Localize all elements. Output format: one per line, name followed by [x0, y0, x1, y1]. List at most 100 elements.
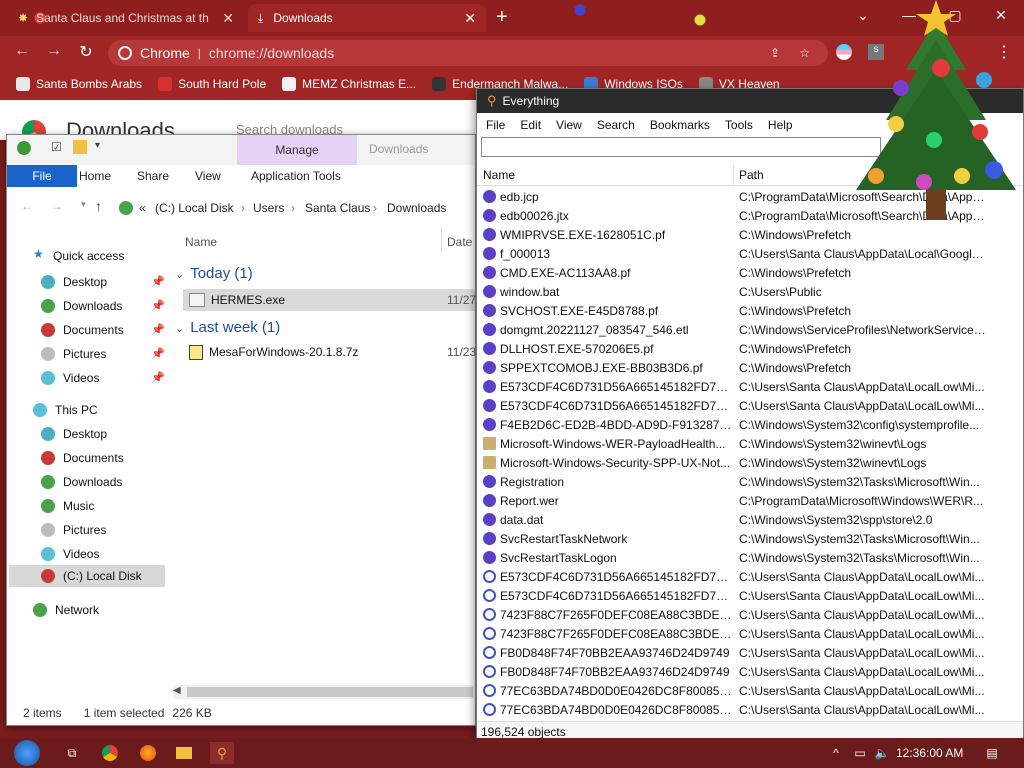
close-tab-icon[interactable]: ✕ [222, 10, 234, 27]
close-tab-icon[interactable]: ✕ [464, 10, 476, 27]
menu-help[interactable]: Help [768, 118, 793, 132]
result-row[interactable]: FB0D848F74F70BB2EAA93746D24D9749 C:\Users… [477, 662, 1023, 681]
qat-folder-icon[interactable] [73, 140, 87, 154]
result-row[interactable]: CMD.EXE-AC113AA8.pf C:\Windows\Prefetch [477, 263, 1023, 282]
file-row-mesa[interactable]: MesaForWindows-20.1.8.7z [189, 341, 358, 363]
result-row[interactable]: 77EC63BDA74BD0D0E0426DC8F8008506 C:\Users… [477, 681, 1023, 700]
nav-pc-music[interactable]: Music [41, 495, 94, 517]
network-tray-icon[interactable]: ▭ [848, 742, 872, 764]
notification-center-icon[interactable]: ▤ [980, 742, 1004, 764]
result-row[interactable]: f_000013 C:\Users\Santa Claus\AppData\Loc… [477, 244, 1023, 263]
tab-downloads[interactable]: ⤓ Downloads ✕ [248, 4, 486, 32]
breadcrumb-downloads[interactable]: Downloads [387, 201, 446, 215]
bookmark-star-icon[interactable]: ☆ [799, 46, 810, 60]
back-arrow-icon[interactable]: ← [21, 199, 33, 213]
breadcrumb-users[interactable]: Users [253, 201, 284, 215]
nav-this-pc[interactable]: This PC [33, 399, 98, 421]
result-row[interactable]: SvcRestartTaskNetwork C:\Windows\System32… [477, 529, 1023, 548]
result-row[interactable]: 7423F88C7F265F0DEFC08EA88C3BDE45_A... C:\… [477, 605, 1023, 624]
pin-icon[interactable]: 📌 [151, 299, 165, 312]
result-row[interactable]: Microsoft-Windows-WER-PayloadHealth... C:… [477, 434, 1023, 453]
menu-edit[interactable]: Edit [520, 118, 541, 132]
task-view-icon[interactable]: ⧉ [60, 742, 84, 764]
nav-desktop[interactable]: Desktop [41, 271, 107, 293]
chrome-taskbar-icon[interactable] [98, 742, 122, 764]
pin-icon[interactable]: 📌 [151, 275, 165, 288]
nav-videos[interactable]: Videos [41, 367, 99, 389]
recent-dropdown-icon[interactable]: ▾ [81, 199, 86, 210]
nav-documents[interactable]: Documents [41, 319, 124, 341]
forward-arrow-icon[interactable]: → [51, 199, 63, 213]
new-tab-plus-icon[interactable]: + [496, 6, 508, 29]
start-button[interactable] [14, 740, 40, 766]
ribbon-share-tab[interactable]: Share [137, 165, 169, 187]
scroll-left-icon[interactable]: ◀ [173, 685, 181, 696]
column-date[interactable]: Date [447, 235, 472, 249]
scroll-thumb[interactable] [187, 687, 473, 697]
nav-pictures[interactable]: Pictures [41, 343, 106, 365]
share-icon[interactable]: ⇪ [770, 46, 780, 60]
tab-santa-claus[interactable]: ✸ Santa Claus and Christmas at th ✕ [8, 4, 244, 32]
nav-pc-pictures[interactable]: Pictures [41, 519, 106, 541]
nav-downloads[interactable]: Downloads [41, 295, 122, 317]
file-explorer-taskbar-icon[interactable] [172, 742, 196, 764]
bookmark-santa-bombs[interactable]: Santa Bombs Arabs [16, 77, 142, 91]
result-row[interactable]: SPPEXTCOMOBJ.EXE-BB03B3D6.pf C:\Windows\P… [477, 358, 1023, 377]
breadcrumb-local-disk[interactable]: (C:) Local Disk [155, 201, 234, 215]
bookmark-south-hard-pole[interactable]: South Hard Pole [158, 77, 266, 91]
file-row-hermes[interactable]: HERMES.exe [189, 289, 285, 311]
pin-icon[interactable]: 📌 [151, 347, 165, 360]
nav-quick-access[interactable]: Quick access [53, 249, 124, 263]
pin-icon[interactable]: 📌 [151, 371, 165, 384]
result-row[interactable]: E573CDF4C6D731D56A665145182FD759_1E... C:… [477, 567, 1023, 586]
everything-taskbar-icon[interactable]: ⚲ [210, 742, 234, 764]
menu-tools[interactable]: Tools [725, 118, 753, 132]
result-row[interactable]: E573CDF4C6D731D56A665145182FD759_C... C:\… [477, 377, 1023, 396]
breadcrumb-overflow[interactable]: « [139, 201, 146, 215]
menu-search[interactable]: Search [597, 118, 635, 132]
result-row[interactable]: Microsoft-Windows-Security-SPP-UX-Not...… [477, 453, 1023, 472]
ribbon-application-tools-tab[interactable]: Application Tools [251, 165, 341, 187]
column-name[interactable]: Name [483, 168, 515, 182]
show-hidden-icons-chevron-icon[interactable]: ^ [824, 742, 848, 764]
menu-bookmarks[interactable]: Bookmarks [650, 118, 710, 132]
breadcrumb-santa-claus[interactable]: Santa Claus [305, 201, 370, 215]
result-row[interactable]: 77EC63BDA74BD0D0E0426DC8F8008506 C:\Users… [477, 700, 1023, 719]
menu-view[interactable]: View [556, 118, 582, 132]
nav-local-disk[interactable]: (C:) Local Disk [41, 565, 142, 587]
nav-pc-desktop[interactable]: Desktop [41, 423, 107, 445]
result-row[interactable]: E573CDF4C6D731D56A665145182FD759_C... C:\… [477, 396, 1023, 415]
result-row[interactable]: F4EB2D6C-ED2B-4BDD-AD9D-F913287E67... C:\… [477, 415, 1023, 434]
result-row[interactable]: FB0D848F74F70BB2EAA93746D24D9749 C:\Users… [477, 643, 1023, 662]
group-last-week[interactable]: ⌄ Last week (1) [175, 319, 280, 336]
bookmark-memz[interactable]: MEMZ Christmas E... [282, 77, 416, 91]
firefox-taskbar-icon[interactable] [136, 742, 160, 764]
taskbar-clock[interactable]: 12:36:00 AM [896, 746, 963, 760]
qat-dropdown-icon[interactable]: ▾ [95, 140, 100, 151]
search-input[interactable] [481, 137, 881, 157]
reload-icon[interactable]: ↻ [76, 42, 96, 62]
result-row[interactable]: DLLHOST.EXE-570206E5.pf C:\Windows\Prefet… [477, 339, 1023, 358]
forward-arrow-icon[interactable]: → [44, 42, 64, 60]
pin-icon[interactable]: 📌 [151, 323, 165, 336]
nav-pc-videos[interactable]: Videos [41, 543, 99, 565]
qat-properties-icon[interactable]: ☑ [51, 140, 62, 154]
nav-pc-downloads[interactable]: Downloads [41, 471, 122, 493]
ribbon-file-tab[interactable]: File [7, 165, 77, 187]
group-today[interactable]: ⌄ Today (1) [175, 265, 253, 282]
back-arrow-icon[interactable]: ← [12, 42, 32, 60]
address-bar[interactable]: Chrome | chrome://downloads ⇪ ☆ [108, 40, 828, 66]
column-path[interactable]: Path [739, 168, 764, 182]
result-row[interactable]: window.bat C:\Users\Public [477, 282, 1023, 301]
ribbon-home-tab[interactable]: Home [79, 165, 111, 187]
nav-network[interactable]: Network [33, 599, 99, 621]
result-row[interactable]: SvcRestartTaskLogon C:\Windows\System32\T… [477, 548, 1023, 567]
result-row[interactable]: domgmt.20221127_083547_546.etl C:\Windows… [477, 320, 1023, 339]
result-row[interactable]: Registration C:\Windows\System32\Tasks\Mi… [477, 472, 1023, 491]
result-row[interactable]: SVCHOST.EXE-E45D8788.pf C:\Windows\Prefet… [477, 301, 1023, 320]
ribbon-manage-tab[interactable]: Manage [237, 135, 357, 165]
ribbon-view-tab[interactable]: View [195, 165, 221, 187]
nav-pc-documents[interactable]: Documents [41, 447, 124, 469]
menu-file[interactable]: File [486, 118, 505, 132]
result-row[interactable]: E573CDF4C6D731D56A665145182FD759_1E... C:… [477, 586, 1023, 605]
